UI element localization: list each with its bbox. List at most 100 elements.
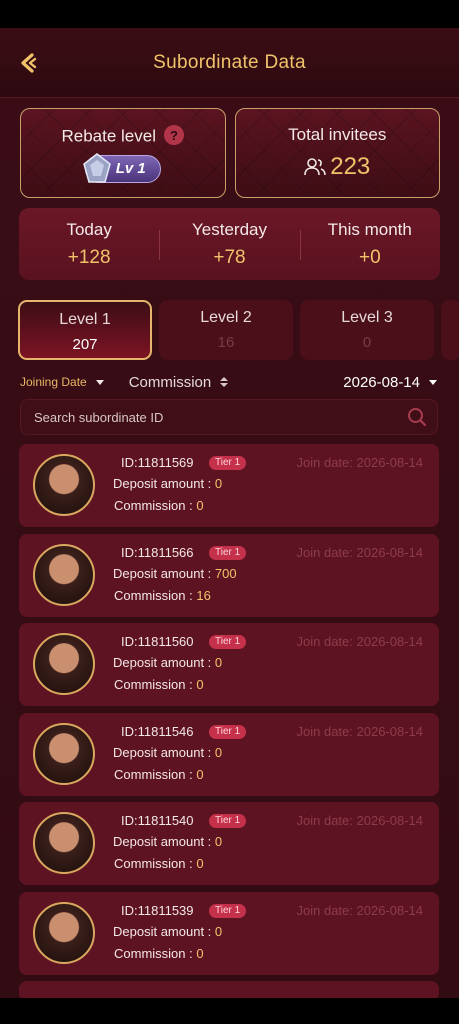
commission-label: Commission : [114,945,197,961]
deposit-value: 700 [214,565,237,581]
avatar [33,722,95,785]
tier-badge: Tier 1 [209,903,247,918]
deposit-label: Deposit amount : [113,744,215,760]
tier-badge: Tier 1 [209,456,247,470]
search-button[interactable] [397,399,437,435]
avatar [33,901,95,964]
deposit-label: Deposit amount : [113,923,215,939]
subordinate-id: ID:11811566 [121,544,194,560]
deposit-label: Deposit amount : [113,834,215,849]
join-date: Join date: 2026-08-14 [296,902,423,918]
commission: Commission : 0 [114,498,204,513]
stat-value: +128 [67,247,111,268]
avatar [33,633,95,695]
list-item[interactable]: ID:11811560 Tier 1 Join date: 2026-08-14… [19,623,439,706]
commission: Commission : 0 [114,767,204,782]
commission-sort[interactable]: Commission [129,374,232,391]
list-item[interactable]: ID:11811539 Tier 1 Join date: 2026-08-14… [19,891,439,975]
tab-label: Level 1 [59,311,111,328]
date-select[interactable]: 2026-08-14 [343,374,440,391]
level-tabs: Level 1 207 Level 2 16 Level 3 0 [18,300,459,360]
page-title: Subordinate Data [153,52,306,73]
commission-label: Commission : [114,587,197,603]
deposit-amount: Deposit amount : 0 [113,476,222,491]
status-bar [0,0,459,28]
subordinate-id: ID:11811539 [121,902,194,918]
total-invitees-label: Total invitees [288,125,387,144]
deposit-amount: Deposit amount : 0 [113,924,222,939]
commission-label: Commission : [114,498,197,513]
stat-today: Today +128 [19,208,159,280]
tab-level-1[interactable]: Level 1 207 [18,300,152,360]
stat-label: This month [327,220,412,239]
commission-sort-label: Commission [128,373,212,391]
tab-count: 0 [362,334,372,351]
stat-value: +0 [358,247,381,268]
deposit-amount: Deposit amount : 700 [113,566,237,581]
deposit-value: 0 [214,834,223,849]
list-item[interactable]: ID:11811569 Tier 1 Join date: 2026-08-14… [19,444,439,527]
gem-icon [82,152,111,183]
avatar [33,454,95,516]
help-icon[interactable]: ? [164,125,184,145]
stat-label: Today [66,220,112,239]
tab-level-next[interactable] [441,300,459,360]
level-badge: Lv 1 [82,152,161,183]
subordinate-id: ID:11811569 [121,455,194,470]
caret-down-icon [429,380,437,385]
tab-level-2[interactable]: Level 2 16 [159,300,293,360]
stat-value: +78 [213,247,246,268]
search-bar [20,399,438,435]
tab-label: Level 2 [200,309,252,326]
commission-label: Commission : [114,766,197,782]
commission: Commission : 16 [114,588,211,603]
list-item[interactable] [19,981,439,998]
deposit-value: 0 [214,923,223,939]
stat-label: Yesterday [192,220,267,239]
joining-date-sort[interactable]: Joining Date [20,375,107,389]
tab-count: 16 [217,334,235,351]
join-date: Join date: 2026-08-14 [296,634,423,649]
list-item[interactable]: ID:11811540 Tier 1 Join date: 2026-08-14… [19,802,439,885]
deposit-value: 0 [214,476,223,491]
commission-value: 16 [196,587,211,603]
period-stats: Today +128 Yesterday +78 This month +0 [19,208,440,280]
commission-label: Commission : [114,856,197,871]
tab-count: 207 [72,336,98,353]
commission-value: 0 [196,766,204,782]
commission-label: Commission : [114,677,197,692]
join-date: Join date: 2026-08-14 [296,813,423,828]
rebate-level-label: Rebate level [61,126,156,146]
summary-cards: Rebate level? Lv 1 Total invitees 223 [20,108,440,198]
main-content: Rebate level? Lv 1 Total invitees 223 To… [0,98,459,998]
join-date: Join date: 2026-08-14 [296,723,423,739]
filter-bar: Joining Date Commission 2026-08-14 [20,370,440,394]
tier-badge: Tier 1 [209,545,247,560]
list-item[interactable]: ID:11811566 Tier 1 Join date: 2026-08-14… [19,533,439,617]
commission-value: 0 [196,498,204,513]
subordinate-id: ID:11811546 [121,723,194,739]
subordinate-id: ID:11811540 [121,813,194,828]
deposit-amount: Deposit amount : 0 [113,655,222,670]
deposit-value: 0 [214,655,223,670]
tier-badge: Tier 1 [209,724,247,739]
deposit-label: Deposit amount : [113,565,215,581]
deposit-label: Deposit amount : [113,476,215,491]
tab-label: Level 3 [341,309,393,326]
deposit-value: 0 [214,744,223,760]
deposit-label: Deposit amount : [113,655,215,670]
subordinate-list: ID:11811569 Tier 1 Join date: 2026-08-14… [19,444,439,998]
stat-this-month: This month +0 [299,208,440,280]
stat-yesterday: Yesterday +78 [159,208,299,280]
search-input[interactable] [21,400,397,434]
list-item[interactable]: ID:11811546 Tier 1 Join date: 2026-08-14… [19,712,439,796]
deposit-amount: Deposit amount : 0 [113,834,222,849]
system-nav-bar [0,998,459,1024]
commission-value: 0 [196,945,204,961]
commission: Commission : 0 [114,856,204,871]
total-invitees-card: Total invitees 223 [234,108,440,198]
users-icon [304,158,327,176]
subordinate-id: ID:11811560 [121,634,194,649]
commission: Commission : 0 [114,946,204,961]
tab-level-3[interactable]: Level 3 0 [300,300,434,360]
